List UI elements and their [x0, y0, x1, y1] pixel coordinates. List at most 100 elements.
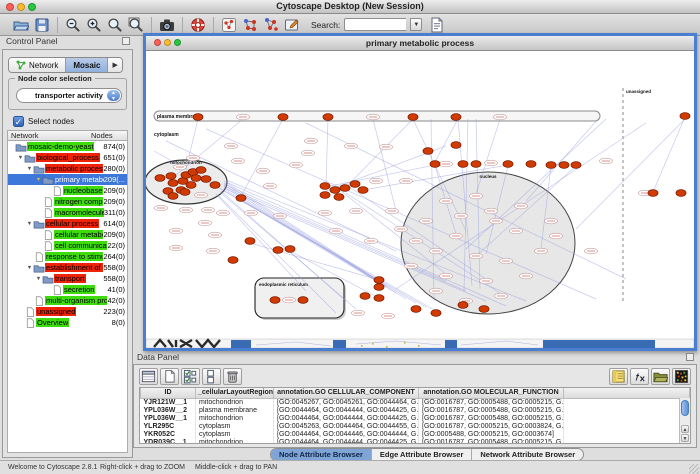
tree-row-establishment-of-lo[interactable]: ▼establishment of lo558(0): [8, 262, 127, 273]
network-node[interactable]: [298, 297, 308, 304]
table-cell[interactable]: cytoplasm: [196, 430, 274, 438]
annotation-icon[interactable]: [283, 16, 301, 33]
table-cell[interactable]: [GO:0044464, GO:0044444, GO:0044425, G..…: [274, 414, 419, 422]
snapshot-camera-icon[interactable]: [158, 16, 176, 33]
network-node[interactable]: [350, 181, 360, 188]
network-node[interactable]: [193, 114, 203, 121]
network-node[interactable]: [285, 246, 295, 253]
zoom-in-icon[interactable]: [85, 16, 103, 33]
network-canvas[interactable]: plasma membranecytoplasmmitochondrionnuc…: [146, 51, 694, 348]
network-node[interactable]: [374, 295, 384, 302]
scroll-up-button[interactable]: ▲: [681, 425, 689, 433]
table-cell[interactable]: cytoplasm: [196, 422, 274, 430]
resize-grip[interactable]: [689, 464, 699, 474]
network-node[interactable]: [374, 284, 384, 291]
network-node[interactable]: [451, 114, 461, 121]
scroll-down-button[interactable]: ▼: [681, 434, 689, 442]
network-node[interactable]: [648, 190, 658, 197]
column-header[interactable]: ID: [141, 388, 196, 398]
network-node[interactable]: [228, 257, 238, 264]
attribute-table-icon[interactable]: [139, 368, 158, 385]
table-cell[interactable]: [GO:0045267, GO:0045261, GO:0044464, G..…: [274, 398, 419, 406]
table-row[interactable]: YPL036W__2plasma membrane[GO:0044464, GO…: [141, 406, 690, 414]
tree-row-cellular-process[interactable]: ▼cellular process614(0): [8, 218, 127, 229]
network-node[interactable]: [245, 238, 255, 245]
network-node[interactable]: [201, 176, 211, 183]
table-cell[interactable]: plasma membrane: [196, 406, 274, 414]
network-window-titlebar[interactable]: primary metabolic process: [146, 36, 694, 51]
save-icon[interactable]: [33, 16, 51, 33]
network-node[interactable]: [680, 113, 690, 120]
network-node[interactable]: [471, 161, 481, 168]
table-cell[interactable]: mitochondrion: [196, 438, 274, 444]
table-scrollbar[interactable]: ▲ ▼: [679, 398, 690, 443]
formula-fx-icon[interactable]: [630, 368, 649, 385]
tree-expand-icon[interactable]: ▼: [35, 276, 42, 282]
network-node[interactable]: [408, 114, 418, 121]
network-node[interactable]: [155, 175, 165, 182]
float-panel-icon[interactable]: [122, 37, 130, 45]
search-input[interactable]: [344, 18, 406, 31]
network-node[interactable]: [323, 114, 333, 121]
network-node[interactable]: [330, 187, 340, 194]
network-node[interactable]: [411, 306, 421, 313]
table-row[interactable]: YDR039C__1mitochondrion[GO:0044464, GO:0…: [141, 438, 690, 444]
table-cell[interactable]: YPL036W__1: [141, 414, 196, 422]
table-cell[interactable]: YPL036W__2: [141, 406, 196, 414]
tab-network[interactable]: Network: [9, 58, 66, 72]
network-node[interactable]: [270, 297, 280, 304]
table-row[interactable]: YPL036W__1mitochondrion[GO:0044464, GO:0…: [141, 414, 690, 422]
table-cell[interactable]: [GO:0016787, GO:0005488, GO:0005215, G..…: [419, 438, 564, 444]
node-color-dropdown[interactable]: transporter activity ▲▼: [16, 88, 122, 103]
network-node[interactable]: [526, 161, 536, 168]
tree-row-primary-metabo[interactable]: ▼primary metabo209(...: [8, 174, 127, 185]
tree-expand-icon[interactable]: ▼: [17, 155, 24, 161]
tab-overflow-arrow[interactable]: ▶: [108, 58, 121, 72]
network-node[interactable]: [430, 161, 440, 168]
attribute-browser-doc-icon[interactable]: [428, 16, 446, 33]
network-node[interactable]: [458, 161, 468, 168]
network-node[interactable]: [210, 182, 220, 189]
network-node[interactable]: [358, 187, 368, 194]
search-dropdown-button[interactable]: ▼: [410, 18, 422, 31]
network-node[interactable]: [340, 185, 350, 192]
network-view-2-icon[interactable]: [262, 16, 280, 33]
table-cell[interactable]: [GO:0044464, GO:0044446, GO:0044444, G..…: [274, 430, 419, 438]
tree-row-cell-communicat[interactable]: cell communicat22(0): [8, 240, 127, 251]
column-header[interactable]: annotation.GO MOLECULAR_FUNCTION: [419, 388, 564, 398]
select-nodes-checkbox[interactable]: ✓: [13, 116, 24, 127]
tree-row-nucleobase-[interactable]: nucleobase-209(0): [8, 185, 127, 196]
select-attributes-icon[interactable]: [181, 368, 200, 385]
network-node[interactable]: [546, 162, 556, 169]
table-cell[interactable]: [GO:0045263, GO:0044464, GO:0044455, G..…: [274, 422, 419, 430]
tree-expand-icon[interactable]: ▼: [35, 177, 42, 183]
tree-row-cellular-metabo[interactable]: cellular metabo209(0): [8, 229, 127, 240]
tree-row-overview[interactable]: Overview8(0): [8, 317, 127, 328]
table-row[interactable]: YLR295Ccytoplasm[GO:0045263, GO:0044464,…: [141, 422, 690, 430]
help-lifebuoy-icon[interactable]: [189, 16, 207, 33]
table-cell[interactable]: YDR039C__1: [141, 438, 196, 444]
tab-network-attribute-browser[interactable]: Network Attribute Browser: [472, 449, 583, 460]
network-view-1-icon[interactable]: [241, 16, 259, 33]
network-node[interactable]: [196, 167, 206, 174]
table-cell[interactable]: [GO:0016787, GO:0005488, GO:0005215, G..…: [419, 414, 564, 422]
tree-row-metabolic-process[interactable]: ▼metabolic process280(0): [8, 163, 127, 174]
tree-row-macromolecule[interactable]: macromolecule311(0): [8, 207, 127, 218]
table-cell[interactable]: mitochondrion: [196, 398, 274, 406]
network-node[interactable]: [374, 277, 384, 284]
network-node[interactable]: [503, 161, 513, 168]
tab-edge-attribute-browser[interactable]: Edge Attribute Browser: [372, 449, 472, 460]
network-node[interactable]: [431, 310, 441, 317]
network-node[interactable]: [360, 293, 370, 300]
zoom-selected-icon[interactable]: [106, 16, 124, 33]
network-node[interactable]: [166, 173, 176, 180]
table-cell[interactable]: [GO:0016787, GO:0005488, GO:0005215, G..…: [419, 406, 564, 414]
tree-row-biological-process[interactable]: ▼biological_process651(0): [8, 152, 127, 163]
tree-row-nitrogen-compo[interactable]: nitrogen compo209(0): [8, 196, 127, 207]
float-panel-icon[interactable]: [686, 353, 694, 361]
new-attribute-icon[interactable]: [160, 368, 179, 385]
table-cell[interactable]: mitochondrion: [196, 414, 274, 422]
network-node[interactable]: [458, 302, 468, 309]
network-node[interactable]: [571, 162, 581, 169]
table-cell[interactable]: YKR052C: [141, 430, 196, 438]
